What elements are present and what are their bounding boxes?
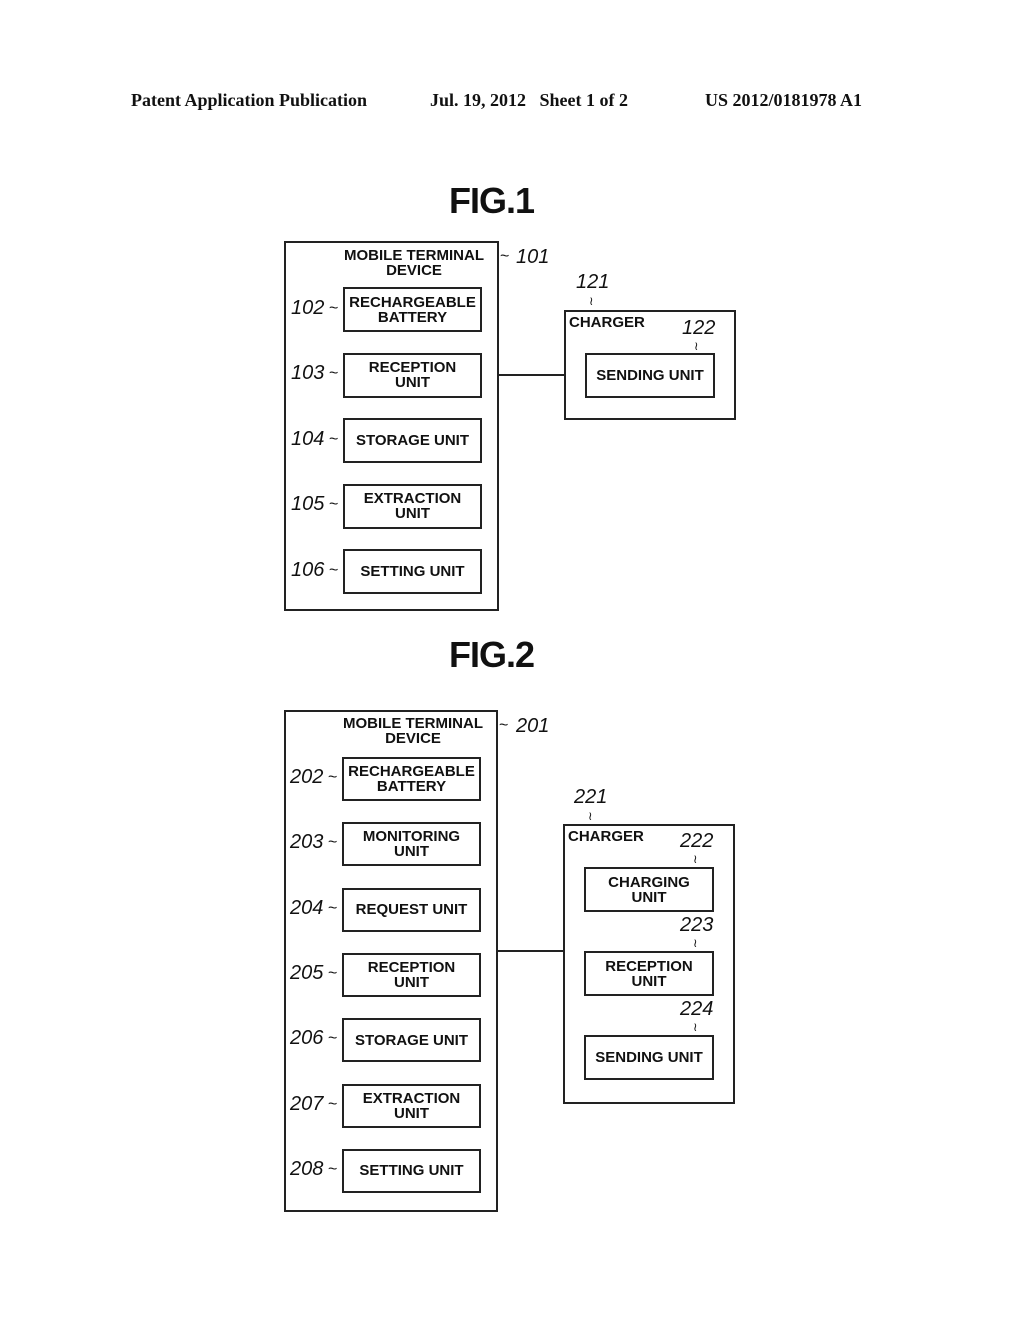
leader-tilde: ~ <box>329 561 339 579</box>
unit-label-line1: EXTRACTION <box>363 490 462 507</box>
unit-box-104: STORAGE UNIT <box>343 418 482 463</box>
fig1-connection-line <box>499 374 565 376</box>
unit-label-line2: UNIT <box>631 888 667 906</box>
device-title-line1: MOBILE TERMINAL <box>343 715 483 732</box>
ref-122: 122 <box>682 317 716 339</box>
ref-208: 208 <box>290 1157 324 1180</box>
fig1-sending-unit: SENDING UNIT <box>585 353 715 398</box>
device-title-line2: DEVICE <box>386 262 442 279</box>
fig1-device-title: MOBILE TERMINAL DEVICE <box>334 248 494 278</box>
unit-label-line1: CHARGING <box>608 873 690 891</box>
ref-105: 105 <box>291 493 325 515</box>
ref-102: 102 <box>291 296 325 319</box>
unit-box-103: RECEPTION UNIT <box>343 352 482 398</box>
ref-206: 206 <box>290 1027 324 1050</box>
ref-121: 121 <box>576 271 610 293</box>
leader-squiggle: ≀ <box>693 936 698 950</box>
unit-label-line2: UNIT <box>394 843 429 861</box>
ref-203: 203 <box>290 831 324 854</box>
leader-tilde: ~ <box>328 899 338 917</box>
unit-box-204: REQUEST UNIT <box>342 887 481 932</box>
fig2-connection-line <box>498 950 564 952</box>
unit-label-line1: RECHARGEABLE <box>348 763 475 780</box>
leader-tilde: ~ <box>328 1160 338 1178</box>
ref-101: 101 <box>516 246 550 268</box>
device-title-line1: MOBILE TERMINAL <box>344 247 484 264</box>
leader-tilde: ~ <box>329 496 339 513</box>
leader-squiggle: ≀ <box>589 294 594 308</box>
unit-box-222: CHARGING UNIT <box>584 867 714 912</box>
ref-201: 201 <box>516 715 550 737</box>
fig1-charger-title: CHARGER <box>569 314 645 331</box>
ref-221: 221 <box>574 786 608 808</box>
leader-tilde: ~ <box>329 299 339 317</box>
leader-tilde: ~ <box>328 1095 338 1113</box>
unit-label-line2: UNIT <box>394 973 429 991</box>
ref-106: 106 <box>291 558 325 581</box>
unit-box-224: SENDING UNIT <box>584 1035 714 1080</box>
publication-type: Patent Application Publication <box>131 90 368 110</box>
ref-222: 222 <box>680 830 714 852</box>
leader-tilde: ~ <box>329 365 339 382</box>
ref-205: 205 <box>290 961 324 984</box>
ref-207: 207 <box>290 1092 324 1115</box>
unit-label-line1: SETTING UNIT <box>360 563 465 580</box>
unit-box-102: RECHARGEABLE BATTERY <box>343 287 482 332</box>
unit-label-line2: UNIT <box>395 374 430 391</box>
unit-box-206: STORAGE UNIT <box>342 1018 481 1063</box>
unit-box-202: RECHARGEABLE BATTERY <box>342 757 481 801</box>
leader-tilde: ~ <box>328 769 338 786</box>
ref-224: 224 <box>680 998 714 1020</box>
ref-104: 104 <box>291 427 325 450</box>
unit-box-208: SETTING UNIT <box>342 1148 481 1193</box>
leader-squiggle: ≀ <box>693 1020 698 1034</box>
fig2-charger-title: CHARGER <box>568 828 644 845</box>
leader-tilde: ~ <box>500 248 510 265</box>
unit-label-line1: SETTING UNIT <box>359 1162 464 1180</box>
unit-label-line1: RECEPTION <box>367 958 456 976</box>
unit-box-106: SETTING UNIT <box>343 549 482 594</box>
unit-label-line2: UNIT <box>394 1104 429 1122</box>
ref-202: 202 <box>290 766 324 788</box>
ref-204: 204 <box>290 896 324 919</box>
fig1-title: FIG.1 <box>449 180 535 221</box>
unit-label-line1: RECEPTION <box>605 957 693 975</box>
publication-date-sheet: Jul. 19, 2012 Sheet 1 of 2 <box>430 90 628 110</box>
leader-tilde: ~ <box>328 1030 338 1048</box>
fig2-device-title: MOBILE TERMINAL DEVICE <box>333 716 493 746</box>
ref-103: 103 <box>291 362 325 384</box>
unit-label-line2: BATTERY <box>377 308 448 326</box>
leader-squiggle: ≀ <box>588 809 593 823</box>
unit-label-line1: RECEPTION <box>368 359 457 376</box>
unit-label-line1: SENDING UNIT <box>595 1049 703 1066</box>
unit-box-105: EXTRACTION UNIT <box>343 483 482 529</box>
unit-label-line2: UNIT <box>395 505 430 522</box>
fig2-title: FIG.2 <box>449 634 535 675</box>
ref-223: 223 <box>680 914 714 936</box>
unit-label-line1: STORAGE UNIT <box>354 1031 469 1049</box>
unit-box-223: RECEPTION UNIT <box>584 951 714 996</box>
publication-number: US 2012/0181978 A1 <box>705 90 863 110</box>
unit-label-line2: BATTERY <box>376 778 447 795</box>
leader-tilde: ~ <box>499 717 509 734</box>
unit-box-203: MONITORING UNIT <box>342 822 481 867</box>
leader-tilde: ~ <box>328 834 338 852</box>
leader-squiggle: ≀ <box>694 339 699 353</box>
unit-box-207: EXTRACTION UNIT <box>342 1083 481 1128</box>
unit-label-line1: REQUEST UNIT <box>355 901 468 919</box>
unit-label-line1: MONITORING <box>362 828 461 846</box>
leader-squiggle: ≀ <box>693 852 698 866</box>
leader-tilde: ~ <box>328 964 338 982</box>
device-title-line2: DEVICE <box>385 730 441 747</box>
leader-tilde: ~ <box>329 430 339 448</box>
unit-box-205: RECEPTION UNIT <box>342 952 481 997</box>
unit-label-line1: STORAGE UNIT <box>355 432 470 449</box>
unit-label-line1: EXTRACTION <box>362 1089 461 1107</box>
unit-label-line2: UNIT <box>631 972 667 990</box>
unit-label-line1: RECHARGEABLE <box>349 293 476 311</box>
